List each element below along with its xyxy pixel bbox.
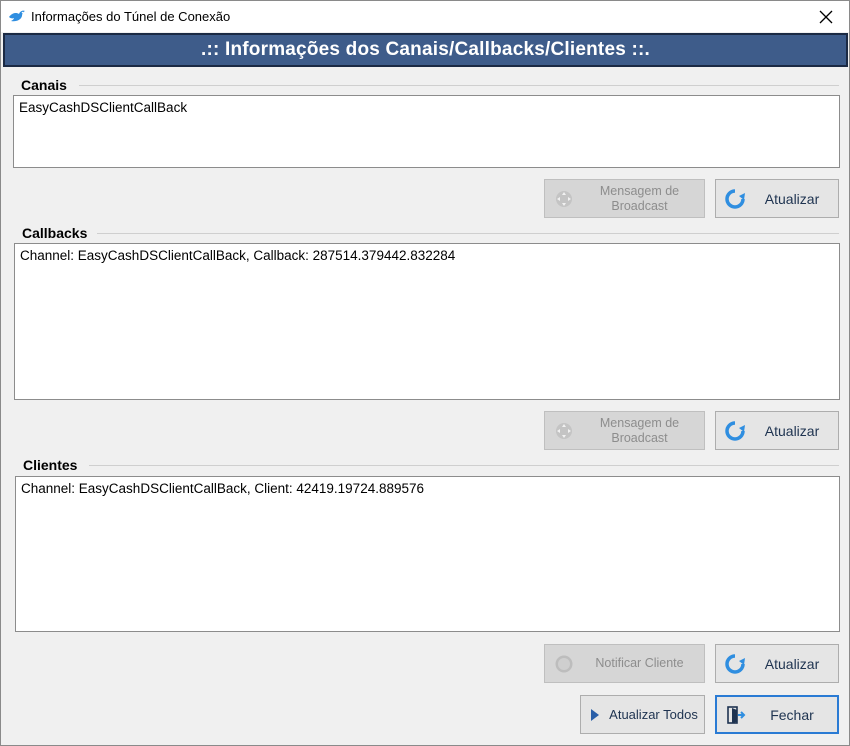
close-button[interactable]: Fechar [715, 695, 839, 734]
canais-divider [79, 85, 839, 86]
canais-label: Canais [21, 77, 67, 93]
list-item[interactable]: Channel: EasyCashDSClientCallBack, Callb… [20, 248, 834, 263]
refresh-all-button[interactable]: Atualizar Todos [580, 695, 705, 734]
bird-icon [9, 10, 25, 22]
notify-client-button[interactable]: Notificar Cliente [544, 644, 705, 683]
window-title: Informações do Túnel de Conexão [31, 9, 231, 24]
move-arrows-icon [553, 420, 575, 442]
move-arrows-icon [553, 188, 575, 210]
title-bar: Informações do Túnel de Conexão [1, 1, 849, 32]
page-header: .:: Informações dos Canais/Callbacks/Cli… [3, 33, 848, 67]
canais-broadcast-button[interactable]: Mensagem de Broadcast [544, 179, 705, 218]
notify-icon [553, 653, 575, 675]
refresh-icon [724, 188, 746, 210]
close-icon [819, 10, 833, 23]
callbacks-label: Callbacks [22, 225, 88, 241]
callbacks-broadcast-button[interactable]: Mensagem de Broadcast [544, 411, 705, 450]
list-item[interactable]: EasyCashDSClientCallBack [19, 100, 834, 115]
clientes-list[interactable]: Channel: EasyCashDSClientCallBack, Clien… [15, 476, 840, 632]
refresh-icon [724, 653, 746, 675]
canais-refresh-button[interactable]: Atualizar [715, 179, 839, 218]
play-icon [587, 704, 603, 726]
list-item[interactable]: Channel: EasyCashDSClientCallBack, Clien… [21, 481, 834, 496]
refresh-icon [724, 420, 746, 442]
dialog-window: Informações do Túnel de Conexão .:: Info… [0, 0, 850, 746]
callbacks-divider [97, 233, 839, 234]
callbacks-list[interactable]: Channel: EasyCashDSClientCallBack, Callb… [14, 243, 840, 400]
callbacks-refresh-button[interactable]: Atualizar [715, 411, 839, 450]
page-title: .:: Informações dos Canais/Callbacks/Cli… [200, 39, 651, 60]
close-window-button[interactable] [803, 1, 849, 32]
clientes-refresh-button[interactable]: Atualizar [715, 644, 839, 683]
clientes-label: Clientes [23, 457, 78, 473]
clientes-divider [89, 465, 839, 466]
canais-list[interactable]: EasyCashDSClientCallBack [13, 95, 840, 168]
exit-door-icon [725, 704, 747, 726]
